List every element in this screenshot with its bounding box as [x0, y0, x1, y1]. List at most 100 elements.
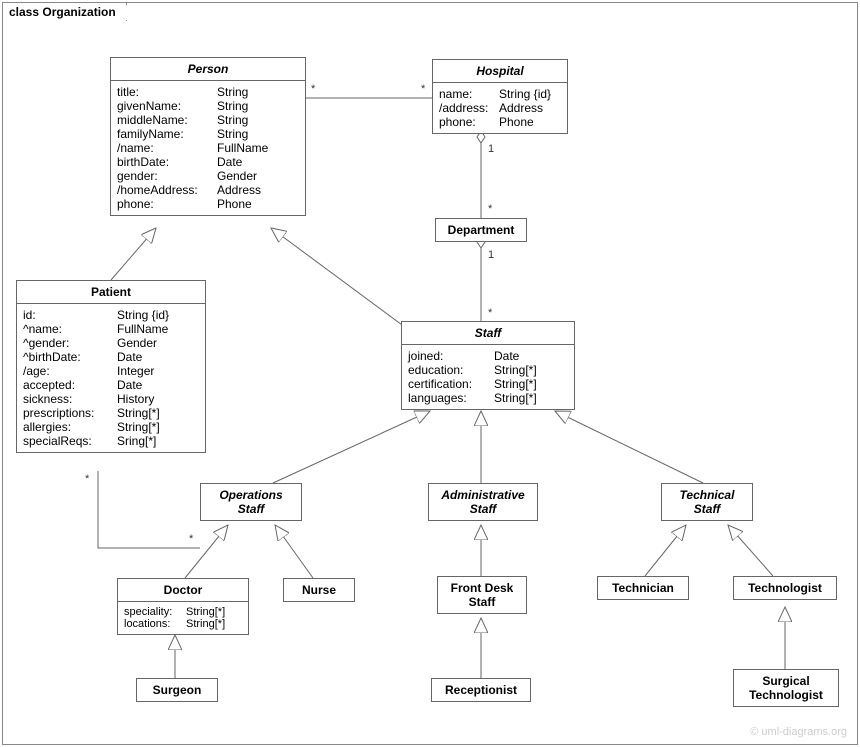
- class-front-desk-title: Front Desk Staff: [438, 577, 526, 613]
- attr-row: id:String {id}: [23, 308, 199, 322]
- attr-row: accepted:Date: [23, 378, 199, 392]
- attr-row: gender:Gender: [117, 169, 299, 183]
- class-department-title: Department: [436, 219, 526, 241]
- class-hospital-title: Hospital: [433, 60, 567, 83]
- attr-row: /name:FullName: [117, 141, 299, 155]
- mult-patient-ops-left: *: [85, 473, 89, 485]
- attr-name: ^gender:: [23, 336, 117, 350]
- attr-name: title:: [117, 85, 217, 99]
- class-receptionist-title: Receptionist: [432, 679, 530, 701]
- attr-type: String[*]: [494, 391, 568, 405]
- class-staff-attrs: joined:Dateeducation:String[*]certificat…: [402, 345, 574, 409]
- attr-type: String[*]: [186, 618, 242, 630]
- class-person-title: Person: [111, 58, 305, 81]
- attr-row: prescriptions:String[*]: [23, 406, 199, 420]
- mult-person-hospital-left: *: [311, 83, 315, 95]
- class-patient-attrs: id:String {id}^name:FullName^gender:Gend…: [17, 304, 205, 452]
- attr-name: name:: [439, 87, 499, 101]
- attr-type: String[*]: [494, 363, 568, 377]
- attr-row: givenName:String: [117, 99, 299, 113]
- attr-name: specialReqs:: [23, 434, 117, 448]
- attr-name: locations:: [124, 618, 186, 630]
- attr-name: ^birthDate:: [23, 350, 117, 364]
- class-administrative-staff: Administrative Staff: [428, 483, 538, 521]
- class-doctor-title: Doctor: [118, 579, 248, 602]
- attr-name: sickness:: [23, 392, 117, 406]
- attr-name: education:: [408, 363, 494, 377]
- attr-row: familyName:String: [117, 127, 299, 141]
- attr-row: allergies:String[*]: [23, 420, 199, 434]
- class-department: Department: [435, 218, 527, 242]
- attr-name: givenName:: [117, 99, 217, 113]
- class-doctor: Doctor speciality:String[*]locations:Str…: [117, 578, 249, 635]
- attr-row: ^birthDate:Date: [23, 350, 199, 364]
- class-doctor-attrs: speciality:String[*]locations:String[*]: [118, 602, 248, 634]
- attr-type: String[*]: [117, 406, 199, 420]
- diagram-frame: class Organization: [2, 2, 858, 745]
- attr-row: education:String[*]: [408, 363, 568, 377]
- attr-row: title:String: [117, 85, 299, 99]
- mult-hosp-dept-bot: *: [488, 203, 492, 215]
- class-person: Person title:StringgivenName:Stringmiddl…: [110, 57, 306, 216]
- class-technician-title: Technician: [598, 577, 688, 599]
- attr-type: FullName: [117, 322, 199, 336]
- attr-name: /homeAddress:: [117, 183, 217, 197]
- class-patient-title: Patient: [17, 281, 205, 304]
- attr-row: middleName:String: [117, 113, 299, 127]
- class-hospital: Hospital name:String {id}/address:Addres…: [432, 59, 568, 134]
- attr-name: languages:: [408, 391, 494, 405]
- attr-type: History: [117, 392, 199, 406]
- class-technologist: Technologist: [733, 576, 837, 600]
- attr-type: String {id}: [499, 87, 561, 101]
- class-surgical-technologist-title: Surgical Technologist: [734, 670, 838, 706]
- frame-label-text: class Organization: [9, 5, 116, 19]
- class-staff: Staff joined:Dateeducation:String[*]cert…: [401, 321, 575, 410]
- attr-type: Sring[*]: [117, 434, 199, 448]
- class-operations-staff-title: Operations Staff: [201, 484, 301, 520]
- attr-type: String[*]: [186, 606, 242, 618]
- mult-person-hospital-right: *: [421, 83, 425, 95]
- attr-type: String[*]: [117, 420, 199, 434]
- attr-type: Date: [117, 378, 199, 392]
- attr-row: ^gender:Gender: [23, 336, 199, 350]
- class-receptionist: Receptionist: [431, 678, 531, 702]
- class-hospital-attrs: name:String {id}/address:Addressphone:Ph…: [433, 83, 567, 133]
- attr-name: phone:: [439, 115, 499, 129]
- attr-name: id:: [23, 308, 117, 322]
- attr-row: name:String {id}: [439, 87, 561, 101]
- attr-name: /age:: [23, 364, 117, 378]
- attr-name: gender:: [117, 169, 217, 183]
- attr-name: allergies:: [23, 420, 117, 434]
- class-front-desk-staff: Front Desk Staff: [437, 576, 527, 614]
- mult-patient-ops-right: *: [189, 533, 193, 545]
- attr-row: /address:Address: [439, 101, 561, 115]
- attr-name: speciality:: [124, 606, 186, 618]
- watermark: © uml-diagrams.org: [750, 726, 847, 738]
- attr-name: /name:: [117, 141, 217, 155]
- attr-type: Phone: [217, 197, 299, 211]
- mult-dept-staff-top: 1: [488, 249, 494, 261]
- attr-type: String: [217, 99, 299, 113]
- class-technician: Technician: [597, 576, 689, 600]
- attr-row: languages:String[*]: [408, 391, 568, 405]
- attr-type: Date: [217, 155, 299, 169]
- attr-row: /homeAddress:Address: [117, 183, 299, 197]
- class-nurse-title: Nurse: [284, 579, 354, 601]
- class-surgeon: Surgeon: [136, 678, 218, 702]
- attr-type: Integer: [117, 364, 199, 378]
- attr-name: middleName:: [117, 113, 217, 127]
- class-technologist-title: Technologist: [734, 577, 836, 599]
- attr-name: prescriptions:: [23, 406, 117, 420]
- attr-name: birthDate:: [117, 155, 217, 169]
- class-technical-staff-title: Technical Staff: [662, 484, 752, 520]
- attr-row: /age:Integer: [23, 364, 199, 378]
- class-patient: Patient id:String {id}^name:FullName^gen…: [16, 280, 206, 453]
- attr-row: sickness:History: [23, 392, 199, 406]
- attr-row: locations:String[*]: [124, 618, 242, 630]
- attr-type: Date: [494, 349, 568, 363]
- attr-type: Address: [217, 183, 299, 197]
- attr-row: phone:Phone: [117, 197, 299, 211]
- mult-dept-staff-bot: *: [488, 307, 492, 319]
- attr-row: joined:Date: [408, 349, 568, 363]
- attr-row: birthDate:Date: [117, 155, 299, 169]
